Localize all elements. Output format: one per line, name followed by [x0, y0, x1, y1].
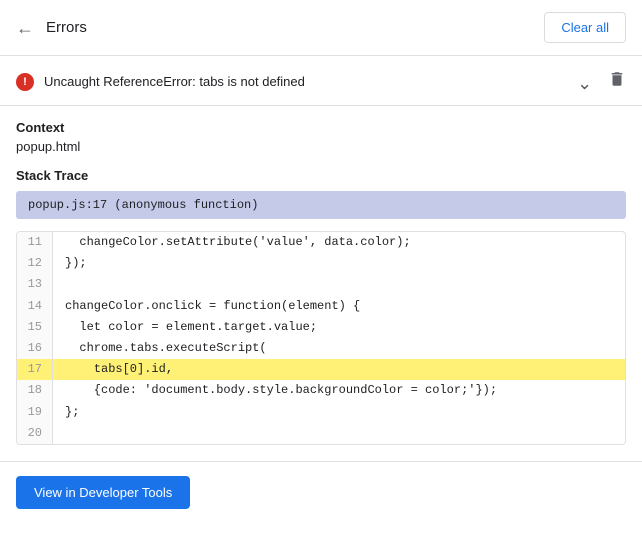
- code-line: 12});: [17, 253, 625, 274]
- page-title: Errors: [46, 19, 87, 36]
- line-number: 13: [17, 274, 53, 295]
- clear-all-button[interactable]: Clear all: [544, 12, 626, 43]
- context-value: popup.html: [16, 139, 626, 154]
- line-number: 18: [17, 380, 53, 401]
- line-content: changeColor.setAttribute('value', data.c…: [53, 232, 411, 253]
- code-block: 11 changeColor.setAttribute('value', dat…: [16, 231, 626, 445]
- line-number: 17: [17, 359, 53, 380]
- error-title-group: ! Uncaught ReferenceError: tabs is not d…: [16, 73, 305, 91]
- code-line: 18 {code: 'document.body.style.backgroun…: [17, 380, 625, 401]
- context-section: Context popup.html: [0, 120, 642, 154]
- error-message: Uncaught ReferenceError: tabs is not def…: [44, 74, 305, 89]
- line-content: };: [53, 402, 79, 423]
- line-number: 11: [17, 232, 53, 253]
- context-label: Context: [16, 120, 626, 135]
- code-line: 17 tabs[0].id,: [17, 359, 625, 380]
- code-line: 11 changeColor.setAttribute('value', dat…: [17, 232, 625, 253]
- collapse-icon[interactable]: ⌃: [577, 71, 592, 92]
- line-number: 12: [17, 253, 53, 274]
- header-left: ← Errors: [16, 19, 87, 37]
- stack-trace-label: Stack Trace: [16, 168, 626, 183]
- line-content: tabs[0].id,: [53, 359, 173, 380]
- code-line: 14changeColor.onclick = function(element…: [17, 296, 625, 317]
- error-item: ! Uncaught ReferenceError: tabs is not d…: [0, 56, 642, 106]
- line-number: 15: [17, 317, 53, 338]
- error-actions: ⌃: [577, 70, 626, 93]
- code-block-inner[interactable]: 11 changeColor.setAttribute('value', dat…: [17, 232, 625, 444]
- code-line: 15 let color = element.target.value;: [17, 317, 625, 338]
- line-number: 14: [17, 296, 53, 317]
- line-content: chrome.tabs.executeScript(: [53, 338, 267, 359]
- content-area: ! Uncaught ReferenceError: tabs is not d…: [0, 56, 642, 445]
- code-line: 20: [17, 423, 625, 444]
- line-content: });: [53, 253, 87, 274]
- stack-trace-section: Stack Trace: [0, 168, 642, 183]
- error-icon: !: [16, 73, 34, 91]
- line-content: [53, 274, 65, 295]
- code-line: 19};: [17, 402, 625, 423]
- code-line: 13: [17, 274, 625, 295]
- line-content: let color = element.target.value;: [53, 317, 317, 338]
- stack-trace-value: popup.js:17 (anonymous function): [16, 191, 626, 219]
- line-content: changeColor.onclick = function(element) …: [53, 296, 360, 317]
- footer: View in Developer Tools: [0, 461, 642, 523]
- line-content: [53, 423, 65, 444]
- header: ← Errors Clear all: [0, 0, 642, 56]
- back-icon[interactable]: ←: [16, 19, 34, 37]
- line-number: 16: [17, 338, 53, 359]
- error-header-row: ! Uncaught ReferenceError: tabs is not d…: [16, 70, 626, 93]
- line-number: 20: [17, 423, 53, 444]
- code-line: 16 chrome.tabs.executeScript(: [17, 338, 625, 359]
- line-number: 19: [17, 402, 53, 423]
- delete-icon[interactable]: [608, 70, 626, 93]
- view-in-developer-tools-button[interactable]: View in Developer Tools: [16, 476, 190, 509]
- line-content: {code: 'document.body.style.backgroundCo…: [53, 380, 497, 401]
